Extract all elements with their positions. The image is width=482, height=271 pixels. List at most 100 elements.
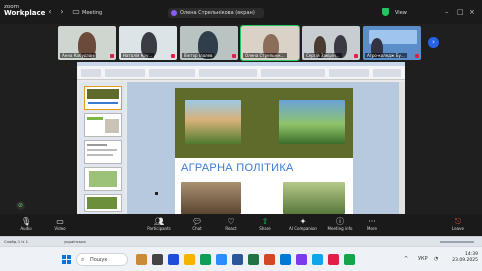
chat-button[interactable]: 💬︎ Chat (181, 217, 213, 235)
meeting-title-text: Олена Стрельнікова (екран) (180, 10, 255, 16)
forward-icon[interactable]: › (58, 8, 66, 16)
meeting-label[interactable]: Meeting (82, 10, 102, 16)
participant-tile[interactable]: Віктор Ілалев (180, 26, 238, 60)
thumb-text (87, 117, 103, 120)
current-slide: АГРАРНА ПОЛІТИКА (175, 88, 353, 214)
shield-status-icon[interactable]: ⊘ (16, 201, 25, 210)
ppt-ribbon (77, 66, 405, 80)
audio-button[interactable]: 🎙︎ Audio (10, 217, 42, 235)
next-page-icon[interactable]: › (428, 37, 439, 48)
security-shield-icon[interactable] (382, 8, 389, 16)
participant-tile[interactable]: Наталія Кру... (119, 26, 177, 60)
taskbar-app-icon[interactable] (296, 254, 307, 265)
sparkle-icon: ✦ (299, 217, 307, 226)
taskbar-app-icon[interactable] (136, 254, 147, 265)
file-explorer-icon[interactable] (184, 254, 195, 265)
view-button[interactable]: View (395, 10, 407, 16)
leave-button[interactable]: ⎋ Leave (442, 217, 474, 235)
ai-companion-button[interactable]: ✦ AI Companion (283, 217, 323, 235)
participants-button[interactable]: 👥︎ Participants (141, 217, 177, 235)
zoom-app-icon[interactable] (216, 254, 227, 265)
shared-screen: АГРАРНА ПОЛІТИКА (77, 62, 405, 214)
thumb-banner (87, 89, 119, 99)
close-icon[interactable]: × (469, 9, 475, 16)
mic-muted-icon: 🎙︎ (21, 217, 32, 226)
wifi-icon[interactable]: ◔ (434, 256, 438, 262)
taskbar-app-icon[interactable] (344, 254, 355, 265)
cows-image (181, 182, 241, 214)
task-view-icon[interactable] (152, 254, 163, 265)
brand-bottom: Workplace (4, 9, 46, 17)
vertical-scrollbar[interactable] (399, 82, 405, 214)
slide-canvas: АГРАРНА ПОЛІТИКА (127, 82, 399, 214)
windows-start-icon[interactable] (62, 255, 71, 264)
chat-label: Chat (192, 226, 202, 231)
taskbar-search[interactable]: ⌕ Пошук (76, 253, 128, 266)
slide-thumbnail[interactable] (84, 86, 122, 110)
ribbon-group (105, 69, 145, 77)
mic-muted-icon (354, 54, 358, 58)
word-icon[interactable] (232, 254, 243, 265)
slide-thumbnail[interactable] (84, 140, 122, 164)
participant-tile[interactable]: Анна Кабудзан (58, 26, 116, 60)
meeting-info-button[interactable]: ⓘ Meeting info (322, 217, 358, 235)
taskbar-app-icon[interactable] (168, 254, 179, 265)
slide-thumbnail[interactable] (84, 113, 122, 137)
maximize-icon[interactable]: □ (457, 9, 464, 16)
minimize-icon[interactable]: – (445, 9, 449, 16)
back-icon[interactable]: ‹ (46, 8, 54, 16)
slide-thumbnail[interactable] (84, 167, 122, 191)
react-label: React (225, 226, 237, 231)
zoom-window: zoom Workplace ‹ › ▭ Meeting Олена Стрел… (0, 0, 482, 271)
participant-name: Анна Кабудзан (60, 53, 96, 58)
system-clock[interactable]: 14:39 23.09.2025 (450, 252, 478, 264)
mic-muted-icon (232, 54, 236, 58)
leave-door-icon: ⎋ (454, 217, 462, 226)
ppt-status-bar: Слайд 1 із 1 українська (0, 236, 482, 246)
participants-icon: 👥︎ (154, 217, 165, 226)
powerpoint-icon[interactable] (264, 254, 275, 265)
excel-icon[interactable] (248, 254, 259, 265)
participant-tile-active-speaker[interactable]: Олена Стрельнік... (240, 25, 300, 61)
chrome-icon[interactable] (200, 254, 211, 265)
taskbar-app-icon[interactable] (312, 254, 323, 265)
meeting-info-label: Meeting info (327, 226, 353, 231)
ribbon-group (329, 69, 369, 77)
share-button[interactable]: ⇧ Share (249, 217, 281, 235)
mic-muted-icon (415, 54, 419, 58)
video-camera-icon[interactable]: ▭ (72, 8, 80, 16)
search-icon: ⌕ (81, 256, 85, 263)
clock-date: 23.09.2025 (452, 258, 478, 263)
audio-label: Audio (20, 226, 32, 231)
ribbon-group (261, 69, 325, 77)
video-button[interactable]: ▭ Video (44, 217, 76, 235)
more-button[interactable]: ··· More (356, 217, 388, 235)
slide-title: АГРАРНА ПОЛІТИКА (181, 162, 294, 174)
zoom-meeting-toolbar: 🎙︎ Audio ▭ Video 👥︎ Participants 💬︎ Chat… (0, 214, 482, 236)
info-icon: ⓘ (336, 217, 344, 226)
chevron-up-icon[interactable]: ^ (404, 256, 408, 262)
slide-thumbnail[interactable] (84, 194, 122, 212)
slide-counter: Слайд 1 із 1 (4, 239, 29, 244)
edge-icon[interactable] (280, 254, 291, 265)
thumb-text (87, 149, 117, 151)
ai-companion-label: AI Companion (289, 226, 317, 231)
share-screen-icon: ⇧ (261, 217, 269, 226)
slide-thumbnails (79, 82, 125, 214)
zoom-slider[interactable] (440, 241, 474, 243)
react-button[interactable]: ♡ React (215, 217, 247, 235)
ribbon-group (149, 69, 195, 77)
keyboard-language[interactable]: УКР (418, 256, 428, 262)
participant-name: Віктор Ілалев (182, 53, 215, 58)
more-dots-icon: ··· (368, 217, 376, 226)
taskbar-app-icon[interactable] (328, 254, 339, 265)
participant-tile[interactable]: Сергій Закірін... (302, 26, 360, 60)
participant-strip: Анна Кабудзан Наталія Кру... Віктор Ілал… (58, 25, 422, 61)
video-label: Video (54, 226, 66, 231)
share-indicator-icon (171, 10, 177, 16)
language-indicator: українська (64, 239, 86, 244)
zoom-brand: zoom Workplace (4, 4, 45, 17)
chat-icon: 💬︎ (192, 217, 203, 226)
thumb-text (87, 154, 113, 156)
participant-tile[interactable]: Агро-коледж Бу... (363, 26, 421, 60)
